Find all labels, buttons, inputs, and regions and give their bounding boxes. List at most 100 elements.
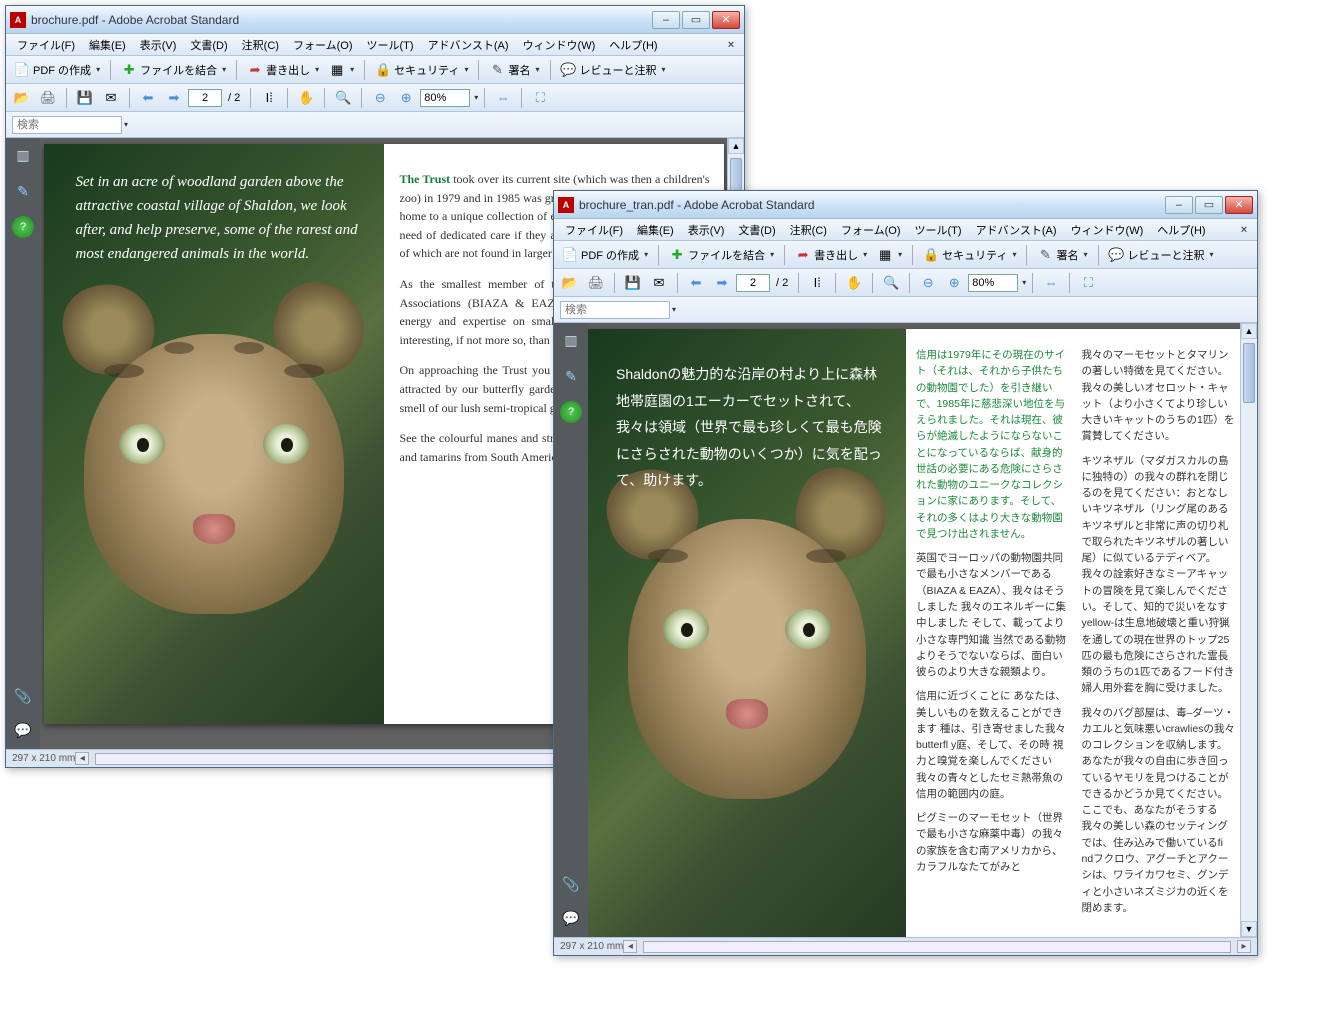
menu-advanced[interactable]: アドバンスト(A): [421, 35, 516, 55]
zoom-dropdown[interactable]: ▾: [474, 93, 478, 102]
menu-view[interactable]: 表示(V): [133, 35, 184, 55]
menu-window[interactable]: ウィンドウ(W): [1064, 220, 1151, 240]
menu-document[interactable]: 文書(D): [183, 35, 234, 55]
open-button[interactable]: 📂: [10, 87, 34, 109]
fit-page-button[interactable]: ⛶: [1076, 272, 1100, 294]
zoom-out-button[interactable]: ⊖: [916, 272, 940, 294]
menu-close-doc[interactable]: ×: [722, 39, 740, 51]
sign-button[interactable]: ✎署名▾: [485, 59, 543, 81]
menu-document[interactable]: 文書(D): [731, 220, 782, 240]
signatures-panel-button[interactable]: ✎: [12, 180, 34, 202]
menu-edit[interactable]: 編集(E): [82, 35, 133, 55]
comments-panel-button[interactable]: 💬: [12, 719, 34, 741]
select-tool-button[interactable]: I⁞: [805, 272, 829, 294]
zoom-dropdown[interactable]: ▾: [1022, 278, 1026, 287]
prev-page-button[interactable]: ⬅: [684, 272, 708, 294]
vertical-scrollbar[interactable]: ▲ ▼: [1240, 323, 1257, 937]
hscroll-right[interactable]: ▸: [1237, 940, 1251, 953]
email-button[interactable]: ✉: [99, 87, 123, 109]
maximize-button[interactable]: ▭: [1195, 196, 1223, 214]
menu-close-doc[interactable]: ×: [1235, 224, 1253, 236]
minimize-button[interactable]: –: [652, 11, 680, 29]
security-button[interactable]: 🔒セキュリティ▾: [371, 59, 472, 81]
hscroll-left[interactable]: ◂: [623, 940, 637, 953]
how-to-panel-button[interactable]: ?: [560, 401, 582, 423]
menu-file[interactable]: ファイル(F): [10, 35, 82, 55]
search-dropdown[interactable]: ▾: [124, 120, 128, 129]
create-pdf-button[interactable]: 📄PDF の作成▾: [558, 244, 652, 266]
scan-button[interactable]: ▦▾: [873, 244, 906, 266]
attachments-panel-button[interactable]: 📎: [12, 685, 34, 707]
print-button[interactable]: 🖨: [36, 87, 60, 109]
title-bar[interactable]: A brochure_tran.pdf - Adobe Acrobat Stan…: [554, 191, 1257, 219]
marquee-zoom-button[interactable]: 🔍: [331, 87, 355, 109]
maximize-button[interactable]: ▭: [682, 11, 710, 29]
zoom-input[interactable]: [968, 274, 1018, 292]
page-number-input[interactable]: [188, 89, 222, 107]
menu-advanced[interactable]: アドバンスト(A): [969, 220, 1064, 240]
scan-button[interactable]: ▦▾: [325, 59, 358, 81]
close-button[interactable]: ✕: [1225, 196, 1253, 214]
search-input[interactable]: [560, 301, 670, 319]
print-button[interactable]: 🖨: [584, 272, 608, 294]
minimize-button[interactable]: –: [1165, 196, 1193, 214]
menu-help[interactable]: ヘルプ(H): [602, 35, 664, 55]
save-button[interactable]: 💾: [621, 272, 645, 294]
hscroll-left[interactable]: ◂: [75, 752, 89, 765]
menu-window[interactable]: ウィンドウ(W): [516, 35, 603, 55]
scroll-up-button[interactable]: ▲: [1241, 323, 1257, 339]
search-input[interactable]: [12, 116, 122, 134]
fit-width-button[interactable]: ⇔: [491, 87, 515, 109]
search-dropdown[interactable]: ▾: [672, 305, 676, 314]
scroll-down-button[interactable]: ▼: [1241, 921, 1257, 937]
horizontal-scrollbar[interactable]: [643, 941, 1231, 953]
zoom-in-button[interactable]: ⊕: [394, 87, 418, 109]
fit-page-button[interactable]: ⛶: [528, 87, 552, 109]
next-page-button[interactable]: ➡: [162, 87, 186, 109]
document-viewport[interactable]: Shaldonの魅力的な沿岸の村より上に森林地帯庭園の1エーカーでセットされて、…: [588, 323, 1240, 937]
zoom-out-button[interactable]: ⊖: [368, 87, 392, 109]
zoom-input[interactable]: [420, 89, 470, 107]
menu-view[interactable]: 表示(V): [681, 220, 732, 240]
next-page-button[interactable]: ➡: [710, 272, 734, 294]
open-button[interactable]: 📂: [558, 272, 582, 294]
zoom-in-button[interactable]: ⊕: [942, 272, 966, 294]
close-button[interactable]: ✕: [712, 11, 740, 29]
fit-width-button[interactable]: ⇔: [1039, 272, 1063, 294]
pages-panel-button[interactable]: ▥: [560, 329, 582, 351]
scroll-up-button[interactable]: ▲: [728, 138, 744, 154]
menu-tools[interactable]: ツール(T): [360, 35, 421, 55]
attachments-panel-button[interactable]: 📎: [560, 873, 582, 895]
menu-forms[interactable]: フォーム(O): [286, 35, 360, 55]
sign-button[interactable]: ✎署名▾: [1033, 244, 1091, 266]
menu-forms[interactable]: フォーム(O): [834, 220, 908, 240]
title-bar[interactable]: A brochure.pdf - Adobe Acrobat Standard …: [6, 6, 744, 34]
hand-tool-button[interactable]: ✋: [842, 272, 866, 294]
select-tool-button[interactable]: I⁞: [257, 87, 281, 109]
save-button[interactable]: 💾: [73, 87, 97, 109]
combine-files-button[interactable]: ✚ファイルを結合▾: [117, 59, 230, 81]
combine-files-button[interactable]: ✚ファイルを結合▾: [665, 244, 778, 266]
menu-comments[interactable]: 注釈(C): [783, 220, 834, 240]
email-button[interactable]: ✉: [647, 272, 671, 294]
prev-page-button[interactable]: ⬅: [136, 87, 160, 109]
menu-file[interactable]: ファイル(F): [558, 220, 630, 240]
create-pdf-button[interactable]: 📄PDF の作成▾: [10, 59, 104, 81]
menu-comments[interactable]: 注釈(C): [235, 35, 286, 55]
signatures-panel-button[interactable]: ✎: [560, 365, 582, 387]
review-button[interactable]: 💬レビューと注釈▾: [1105, 244, 1218, 266]
marquee-zoom-button[interactable]: 🔍: [879, 272, 903, 294]
hand-tool-button[interactable]: ✋: [294, 87, 318, 109]
security-button[interactable]: 🔒セキュリティ▾: [919, 244, 1020, 266]
scroll-thumb[interactable]: [1243, 343, 1255, 403]
menu-edit[interactable]: 編集(E): [630, 220, 681, 240]
comments-panel-button[interactable]: 💬: [560, 907, 582, 929]
menu-help[interactable]: ヘルプ(H): [1150, 220, 1212, 240]
export-button[interactable]: ➦書き出し▾: [791, 244, 871, 266]
menu-tools[interactable]: ツール(T): [908, 220, 969, 240]
page-number-input[interactable]: [736, 274, 770, 292]
pages-panel-button[interactable]: ▥: [12, 144, 34, 166]
review-button[interactable]: 💬レビューと注釈▾: [557, 59, 670, 81]
export-button[interactable]: ➦書き出し▾: [243, 59, 323, 81]
how-to-panel-button[interactable]: ?: [12, 216, 34, 238]
